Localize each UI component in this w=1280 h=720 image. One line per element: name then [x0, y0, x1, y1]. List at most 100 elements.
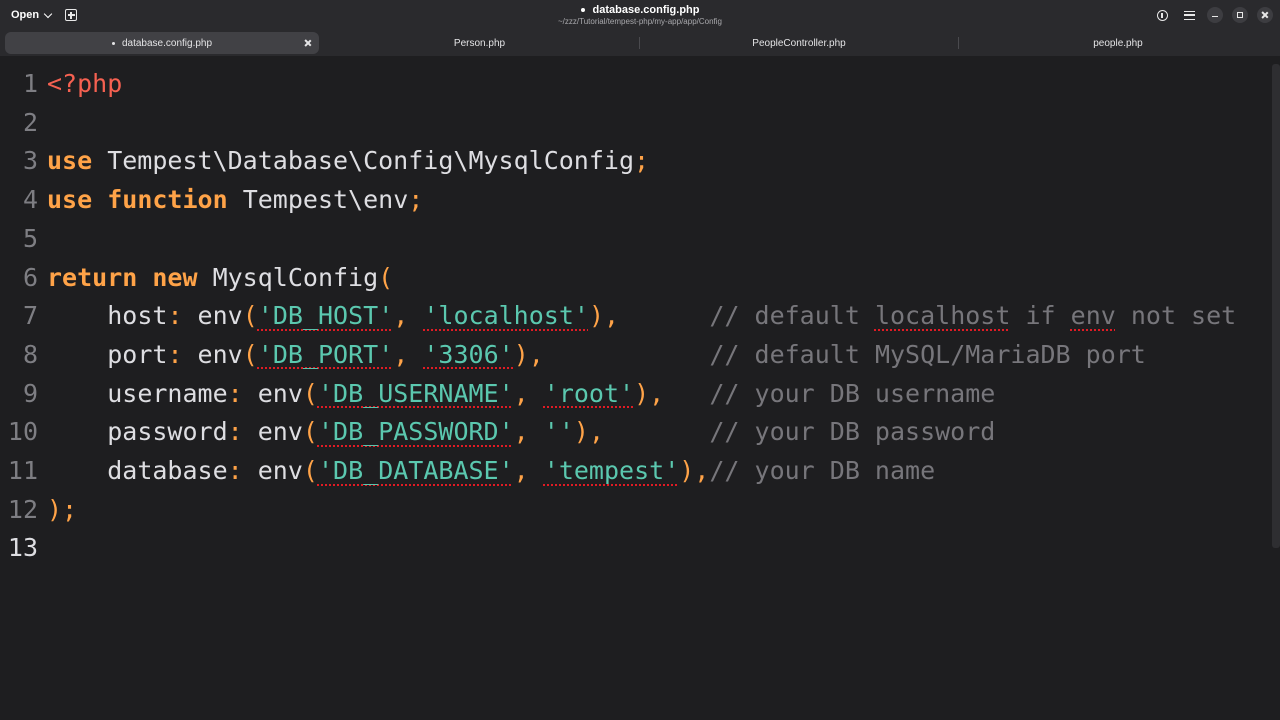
keyword: return: [47, 262, 138, 292]
padding: [664, 379, 709, 408]
close-icon: [1261, 11, 1269, 19]
code-line: 3 use Tempest\Database\Config\MysqlConfig…: [0, 142, 649, 181]
arg-name: port: [107, 339, 168, 369]
code-line: 6 return new MysqlConfig(: [0, 259, 393, 298]
comma: ,: [393, 339, 409, 369]
maximize-button[interactable]: [1232, 7, 1248, 23]
string-literal: 'localhost': [423, 301, 589, 331]
line-number: 1: [22, 69, 38, 98]
string-literal: 'DB_USERNAME': [317, 378, 514, 408]
code-line: 9 username: env('DB_USERNAME', 'root'), …: [0, 375, 995, 414]
tab-database-config[interactable]: database.config.php: [5, 32, 319, 54]
code-line: 1 <?php: [0, 65, 122, 104]
semicolon: ;: [634, 146, 650, 176]
string-literal: 'root': [543, 378, 635, 408]
padding: [544, 340, 710, 369]
open-label: Open: [11, 9, 40, 21]
tab-label: people.php: [1093, 37, 1143, 49]
colon: :: [167, 301, 183, 331]
line-number: 11: [7, 456, 38, 485]
code-line: 10 password: env('DB_PASSWORD', ''), // …: [0, 413, 995, 452]
string-literal: '': [543, 417, 574, 447]
code-editor[interactable]: 1 <?php 2 3 use Tempest\Database\Config\My…: [0, 56, 1280, 720]
new-tab-button[interactable]: [62, 6, 80, 24]
namespace-text: Tempest\env: [227, 185, 409, 215]
window-title: database.config.php: [592, 4, 700, 16]
line-number: 3: [22, 146, 38, 176]
tab-person[interactable]: Person.php: [320, 32, 639, 54]
colon: :: [227, 456, 243, 485]
function-name: env: [182, 339, 243, 369]
padding: [604, 417, 709, 446]
close-paren: ),: [679, 456, 710, 485]
open-paren: (: [302, 456, 318, 485]
line-number: 12: [7, 494, 38, 524]
code-line: 12);: [0, 491, 77, 530]
code-line: 8 port: env('DB_PORT', '3306'), // defau…: [0, 336, 1146, 375]
string-literal: 'DB_DATABASE': [317, 456, 514, 485]
function-name: env: [182, 301, 243, 331]
line-number: 4: [22, 185, 38, 215]
code-line-current: 13: [0, 529, 47, 568]
arg-name: password: [107, 417, 228, 447]
string-literal: 'tempest': [543, 456, 680, 485]
minimize-icon: [1212, 15, 1218, 18]
line-number: 13: [7, 533, 38, 563]
tab-label: PeopleController.php: [752, 37, 846, 49]
code-line: 7 host: env('DB_HOST', 'localhost'), // …: [0, 297, 1236, 336]
comment: // your DB password: [709, 417, 996, 447]
open-paren: (: [242, 301, 258, 331]
window-subtitle: ~/zzz/Tutorial/tempest-php/my-app/app/Co…: [557, 17, 722, 26]
namespace-text: Tempest\Database\Config\MysqlConfig: [92, 146, 635, 176]
vertical-scrollbar[interactable]: [1272, 64, 1280, 548]
comma: ,: [513, 378, 529, 408]
close-paren: ),: [634, 378, 665, 408]
line-number: 5: [22, 223, 38, 253]
comma: ,: [513, 456, 529, 485]
tab-people[interactable]: people.php: [959, 32, 1277, 54]
window-title-area: database.config.php ~/zzz/Tutorial/tempe…: [440, 4, 840, 27]
keyword: use: [47, 185, 93, 215]
line-number: 7: [22, 301, 38, 331]
close-paren: ),: [513, 339, 544, 369]
keyword: function: [107, 185, 228, 215]
comment: // default localhost if env not set: [709, 301, 1237, 331]
string-literal: '3306': [423, 339, 514, 369]
keyword: new: [152, 262, 198, 292]
main-menu-button[interactable]: [1181, 7, 1197, 23]
line-number: 10: [7, 417, 38, 447]
line-number: 8: [22, 339, 38, 369]
code-line: 4 use function Tempest\env;: [0, 181, 423, 220]
colon: :: [227, 417, 243, 447]
close-window-button[interactable]: [1257, 7, 1273, 23]
code-line: 11 database: env('DB_DATABASE', 'tempest…: [0, 452, 935, 491]
open-paren: (: [378, 262, 394, 292]
arg-name: username: [107, 378, 228, 408]
tab-close-icon[interactable]: [303, 38, 313, 48]
menu-icon: [1183, 10, 1195, 20]
chevron-down-icon: [43, 9, 53, 18]
open-paren: (: [302, 378, 318, 408]
padding: [619, 301, 709, 330]
close-paren: ),: [573, 417, 604, 447]
code-line: 5: [0, 220, 47, 259]
function-name: env: [242, 456, 303, 485]
open-button[interactable]: Open: [6, 5, 56, 25]
comma: ,: [513, 417, 529, 447]
function-name: env: [242, 378, 303, 408]
tab-label: Person.php: [453, 37, 506, 49]
document-info-button[interactable]: [1154, 7, 1170, 23]
php-open-tag: <?php: [47, 69, 123, 98]
class-name: MysqlConfig: [197, 262, 379, 292]
arg-name: host: [107, 301, 168, 331]
minimize-button[interactable]: [1207, 7, 1223, 23]
tab-people-controller[interactable]: PeopleController.php: [640, 32, 958, 54]
close-paren: );: [47, 494, 78, 524]
new-tab-icon: [65, 9, 77, 21]
arg-name: database: [107, 456, 228, 485]
keyword: use: [47, 146, 93, 176]
string-literal: 'DB_HOST': [257, 301, 394, 331]
tab-bar: database.config.php Person.php PeopleCon…: [0, 30, 1280, 56]
tab-label: database.config.php: [121, 37, 213, 49]
code-line: 2: [0, 104, 47, 143]
